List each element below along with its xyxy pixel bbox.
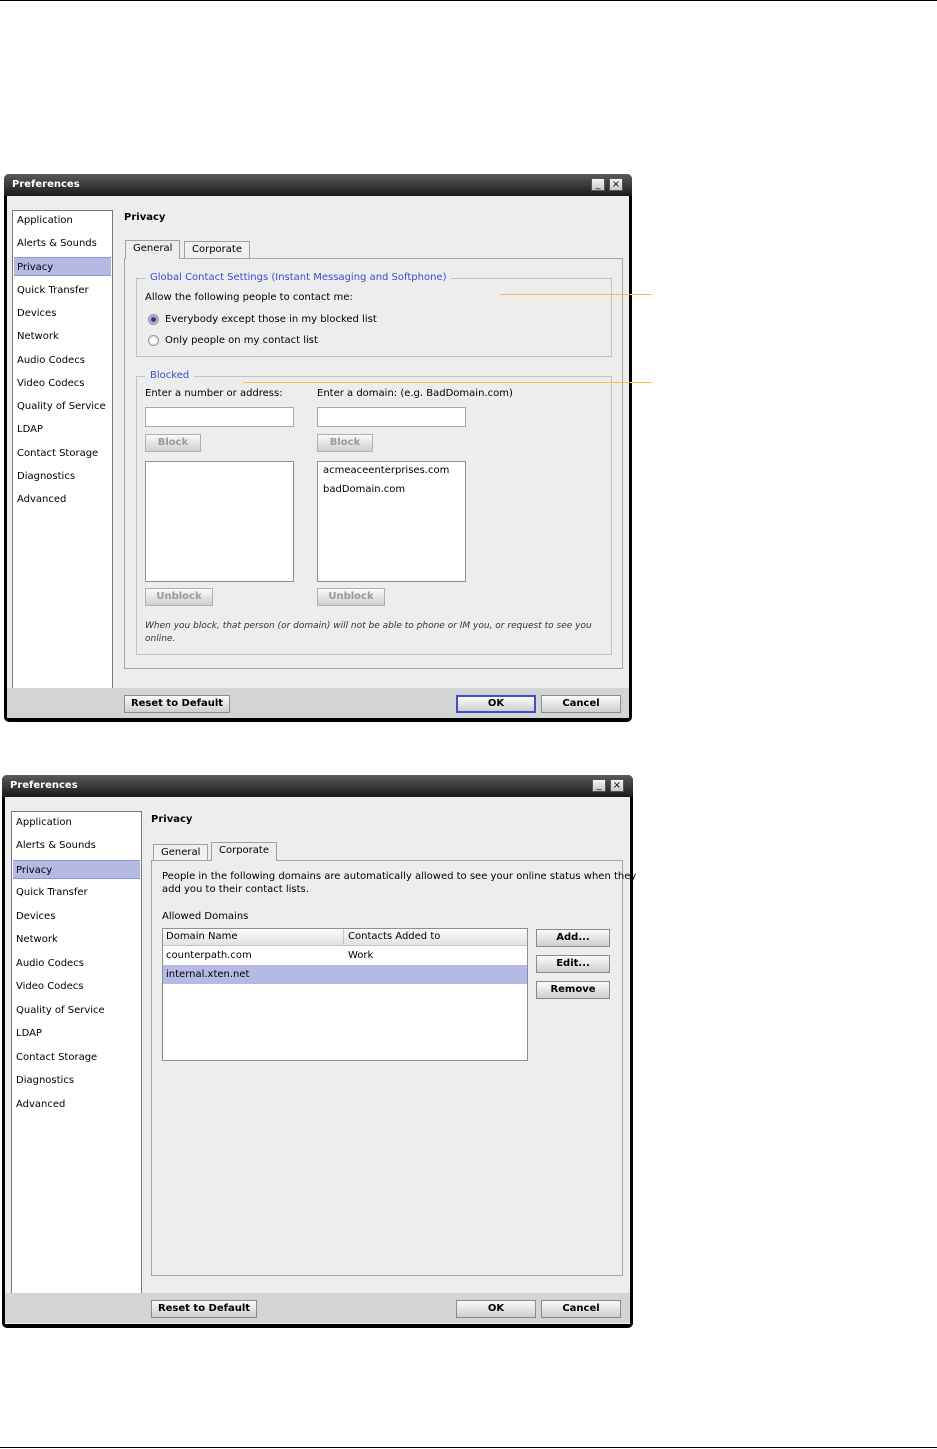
- tab-general[interactable]: General: [125, 240, 181, 259]
- minimize-icon[interactable]: _: [591, 178, 605, 191]
- tab-corporate[interactable]: Corporate: [211, 842, 277, 861]
- sidebar-item-video-codecs[interactable]: Video Codecs: [14, 374, 111, 393]
- sidebar-item-advanced[interactable]: Advanced: [14, 490, 111, 509]
- title-bar[interactable]: Preferences _ ×: [4, 174, 632, 196]
- sidebar-item-audio-codecs[interactable]: Audio Codecs: [14, 351, 111, 370]
- blocked-legend: Blocked: [145, 370, 195, 381]
- list-item[interactable]: acmeaceenterprises.com: [323, 465, 449, 476]
- window-title: Preferences: [10, 780, 78, 791]
- reset-to-default-button[interactable]: Reset to Default: [151, 1300, 257, 1318]
- window-client: Application Alerts & Sounds Privacy Quic…: [7, 196, 629, 718]
- cell-domain: internal.xten.net: [166, 969, 250, 980]
- add-domain-button[interactable]: Add...: [536, 929, 610, 947]
- title-bar[interactable]: Preferences _ ×: [2, 775, 633, 797]
- blocked-domains-list[interactable]: acmeaceenterprises.com badDomain.com: [317, 461, 466, 582]
- domain-input[interactable]: [317, 407, 466, 427]
- reset-to-default-button[interactable]: Reset to Default: [124, 695, 230, 713]
- radio-everybody-except-blocked[interactable]: [148, 314, 159, 325]
- cancel-button[interactable]: Cancel: [541, 695, 621, 713]
- table-row[interactable]: internal.xten.net: [163, 965, 527, 984]
- sidebar-item-privacy[interactable]: Privacy: [14, 257, 111, 276]
- sidebar-item-diagnostics[interactable]: Diagnostics: [14, 467, 111, 486]
- sidebar-item-network[interactable]: Network: [13, 930, 140, 949]
- tab-general[interactable]: General: [153, 844, 209, 861]
- sidebar-item-contact-storage[interactable]: Contact Storage: [13, 1048, 140, 1067]
- top-page-rule: [0, 0, 937, 1]
- close-icon[interactable]: ×: [610, 779, 624, 792]
- allowed-domains-label: Allowed Domains: [162, 911, 249, 922]
- column-header-domain-name[interactable]: Domain Name: [166, 931, 237, 942]
- block-number-button[interactable]: Block: [145, 434, 201, 452]
- block-domain-button[interactable]: Block: [317, 434, 373, 452]
- sidebar-item-quality-of-service[interactable]: Quality of Service: [13, 1001, 140, 1020]
- window-client: Application Alerts & Sounds Privacy Quic…: [5, 797, 636, 1324]
- sidebar-item-ldap[interactable]: LDAP: [13, 1024, 140, 1043]
- sidebar-item-ldap[interactable]: LDAP: [14, 420, 111, 439]
- tab-panel-corporate: People in the following domains are auto…: [151, 860, 636, 1276]
- category-sidebar: Application Alerts & Sounds Privacy Quic…: [11, 811, 142, 1319]
- preferences-window-corporate: Preferences _ × Application Alerts & Sou…: [2, 775, 636, 1328]
- sidebar-item-privacy[interactable]: Privacy: [13, 860, 140, 879]
- cell-domain: counterpath.com: [166, 950, 252, 961]
- global-contact-settings-group: Global Contact Settings (Instant Messagi…: [136, 272, 612, 357]
- edit-domain-button[interactable]: Edit...: [536, 955, 610, 973]
- domain-label: Enter a domain: (e.g. BadDomain.com): [317, 388, 513, 399]
- unblock-number-button[interactable]: Unblock: [145, 588, 213, 606]
- tab-corporate[interactable]: Corporate: [184, 241, 250, 258]
- tab-panel-general: Global Contact Settings (Instant Messagi…: [124, 258, 623, 669]
- preferences-window-general: Preferences _ × Application Alerts & Sou…: [4, 174, 632, 722]
- ok-button[interactable]: OK: [456, 695, 536, 713]
- cell-group: Work: [348, 950, 374, 961]
- category-sidebar: Application Alerts & Sounds Privacy Quic…: [12, 210, 113, 714]
- ok-button[interactable]: OK: [456, 1300, 536, 1318]
- sidebar-item-network[interactable]: Network: [14, 327, 111, 346]
- radio-everybody-label[interactable]: Everybody except those in my blocked lis…: [165, 314, 377, 325]
- sidebar-item-quality-of-service[interactable]: Quality of Service: [14, 397, 111, 416]
- radio-only-contact-list[interactable]: [148, 335, 159, 346]
- corporate-description-line2: add you to their contact lists.: [162, 884, 309, 895]
- sidebar-item-quick-transfer[interactable]: Quick Transfer: [14, 281, 111, 300]
- sidebar-item-application[interactable]: Application: [13, 813, 140, 832]
- radio-only-contacts-label[interactable]: Only people on my contact list: [165, 335, 318, 346]
- callout-line-global-settings: [500, 294, 652, 295]
- number-address-label: Enter a number or address:: [145, 388, 283, 399]
- close-icon[interactable]: ×: [609, 178, 623, 191]
- block-note-line1: When you block, that person (or domain) …: [145, 621, 592, 631]
- sidebar-item-alerts-sounds[interactable]: Alerts & Sounds: [13, 836, 140, 855]
- blocked-group: Blocked Enter a number or address: Enter…: [136, 370, 612, 655]
- sidebar-item-devices[interactable]: Devices: [13, 907, 140, 926]
- page-title: Privacy: [151, 814, 193, 825]
- table-row[interactable]: counterpath.com Work: [163, 946, 527, 965]
- bottom-page-rule: [0, 1447, 937, 1448]
- sidebar-item-contact-storage[interactable]: Contact Storage: [14, 444, 111, 463]
- contact-prompt-label: Allow the following people to contact me…: [145, 292, 353, 303]
- cancel-button[interactable]: Cancel: [541, 1300, 621, 1318]
- blocked-numbers-list[interactable]: [145, 461, 294, 582]
- sidebar-item-quick-transfer[interactable]: Quick Transfer: [13, 883, 140, 902]
- global-contact-settings-legend: Global Contact Settings (Instant Messagi…: [145, 272, 452, 283]
- number-address-input[interactable]: [145, 407, 294, 427]
- sidebar-item-audio-codecs[interactable]: Audio Codecs: [13, 954, 140, 973]
- block-note-line2: online.: [145, 634, 176, 644]
- sidebar-item-devices[interactable]: Devices: [14, 304, 111, 323]
- button-bar: [5, 1293, 630, 1323]
- allowed-domains-table[interactable]: Domain Name Contacts Added to counterpat…: [162, 928, 528, 1061]
- column-header-contacts-added-to[interactable]: Contacts Added to: [348, 931, 440, 942]
- remove-domain-button[interactable]: Remove: [536, 981, 610, 999]
- list-item[interactable]: badDomain.com: [323, 484, 405, 495]
- callout-line-blocked: [243, 382, 652, 383]
- unblock-domain-button[interactable]: Unblock: [317, 588, 385, 606]
- corporate-description-line1: People in the following domains are auto…: [162, 871, 637, 882]
- minimize-icon[interactable]: _: [592, 779, 606, 792]
- window-title: Preferences: [12, 179, 80, 190]
- sidebar-item-advanced[interactable]: Advanced: [13, 1095, 140, 1114]
- sidebar-item-diagnostics[interactable]: Diagnostics: [13, 1071, 140, 1090]
- sidebar-item-alerts-sounds[interactable]: Alerts & Sounds: [14, 234, 111, 253]
- sidebar-item-video-codecs[interactable]: Video Codecs: [13, 977, 140, 996]
- column-divider: [343, 929, 344, 945]
- page-title: Privacy: [124, 212, 166, 223]
- table-header: Domain Name Contacts Added to: [163, 929, 527, 946]
- sidebar-item-application[interactable]: Application: [14, 211, 111, 230]
